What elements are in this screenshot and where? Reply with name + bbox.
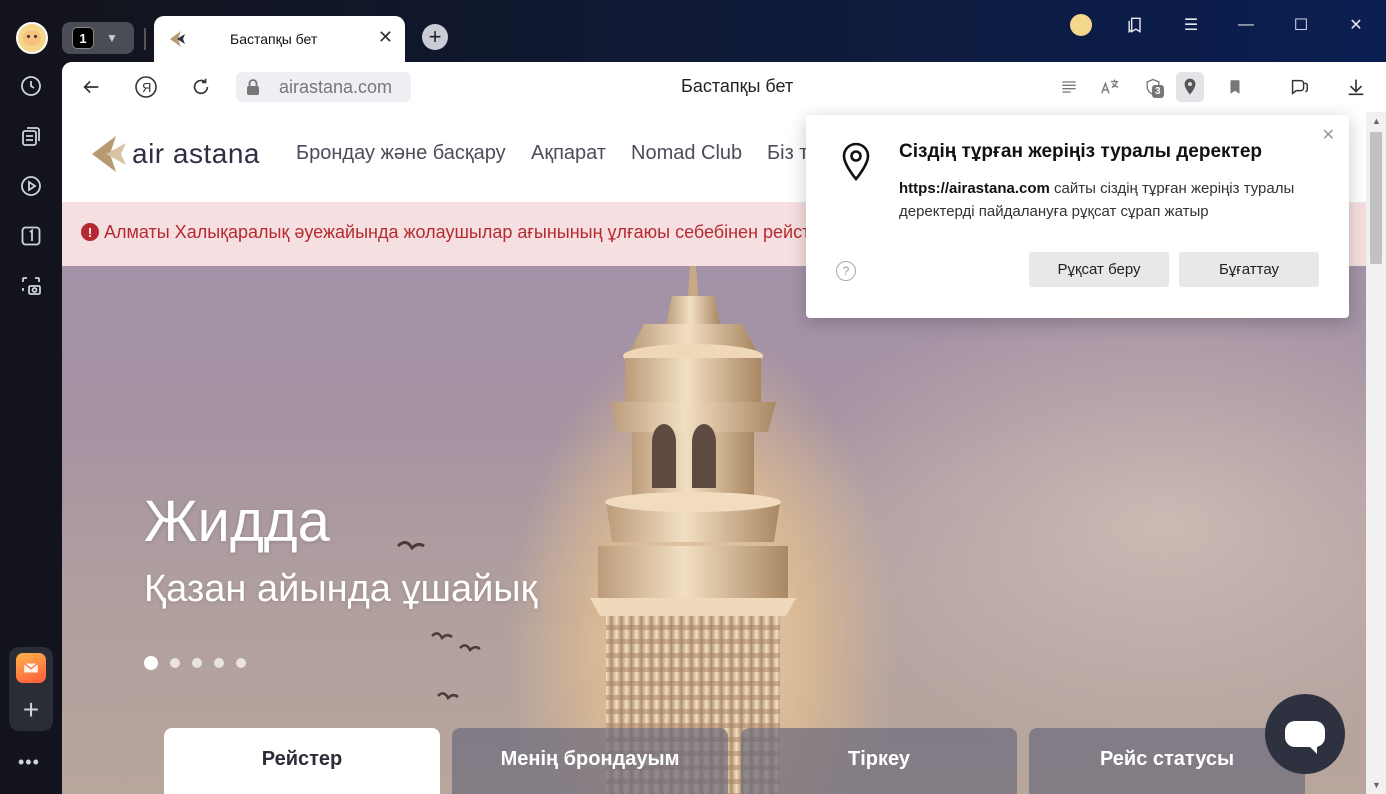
slide-dot[interactable] — [214, 658, 224, 668]
address-bar-row: Я airastana.com Бастапқы бет 3 — [62, 62, 1386, 112]
tab-my-booking[interactable]: Менің брондауым — [452, 728, 728, 794]
chat-support-button[interactable] — [1265, 694, 1345, 774]
tabs-counter-icon[interactable] — [16, 221, 46, 251]
yandex-logo-icon[interactable]: Я — [133, 74, 159, 100]
protect-shield-icon[interactable]: 3 — [1138, 75, 1168, 99]
minaret-image — [590, 266, 796, 794]
geolocation-button[interactable] — [1176, 72, 1204, 102]
slide-dot[interactable] — [192, 658, 202, 668]
geolocation-permission-dialog: ✕ Сіздің тұрған жеріңіз туралы деректер … — [806, 115, 1349, 318]
birds-decoration — [396, 541, 481, 701]
video-play-icon[interactable] — [16, 171, 46, 201]
account-avatar[interactable] — [1070, 14, 1092, 36]
tab-group-button[interactable]: 1 ▼ — [62, 22, 134, 54]
tab-checkin[interactable]: Тіркеу — [741, 728, 1017, 794]
block-button[interactable]: Бұғаттау — [1179, 252, 1319, 287]
slide-indicator — [144, 656, 246, 670]
bookmark-icon[interactable] — [1223, 75, 1247, 99]
menu-icon[interactable]: ☰ — [1178, 12, 1204, 38]
tab-flight-status[interactable]: Рейс статусы — [1029, 728, 1305, 794]
alert-exclamation-icon: ! — [81, 223, 99, 241]
alert-text: Алматы Халықаралық әуежайында жолаушылар… — [104, 222, 831, 242]
mail-app-icon[interactable] — [16, 653, 46, 683]
location-pin-icon — [1184, 78, 1196, 95]
minimize-icon[interactable]: — — [1233, 12, 1259, 38]
dialog-site-url: https://airastana.com — [899, 180, 1050, 197]
screenshot-icon[interactable] — [16, 271, 46, 301]
tab-flights[interactable]: Рейстер — [164, 728, 440, 794]
new-tab-button[interactable]: + — [422, 24, 448, 50]
reader-mode-icon[interactable] — [1057, 75, 1081, 99]
downloads-icon[interactable] — [1344, 75, 1368, 99]
active-tab[interactable]: Бастапқы бет ✕ — [154, 16, 405, 62]
bookmarks-panel-icon[interactable] — [1122, 12, 1148, 38]
airastana-favicon-icon — [170, 31, 185, 47]
browser-sidebar: + ••• — [0, 0, 62, 794]
maximize-icon[interactable]: ☐ — [1288, 12, 1314, 38]
allow-button[interactable]: Рұқсат беру — [1029, 252, 1169, 287]
nav-info-link[interactable]: Ақпарат — [531, 142, 606, 165]
slide-dot[interactable] — [236, 658, 246, 668]
svg-text:Я: Я — [142, 80, 151, 95]
hero-banner[interactable]: Жидда Қазан айында ұшайық Рейстер Менің … — [62, 266, 1366, 794]
page-title: Бастапқы бет — [681, 76, 794, 96]
nav-about-link[interactable]: Біз т — [767, 142, 808, 165]
air-astana-logo[interactable]: air astana — [90, 132, 265, 176]
logo-text: air astana — [132, 138, 260, 169]
protect-count-badge: 3 — [1152, 85, 1164, 98]
dialog-close-icon[interactable]: ✕ — [1322, 125, 1335, 145]
tab-title: Бастапқы бет — [230, 31, 318, 47]
reload-icon[interactable] — [188, 74, 214, 100]
nav-booking-link[interactable]: Брондау және басқару — [296, 142, 506, 165]
slide-dot[interactable] — [170, 658, 180, 668]
slide-dot[interactable] — [144, 656, 158, 670]
tab-count-badge: 1 — [72, 27, 94, 49]
hero-subtitle: Қазан айында ұшайық — [144, 568, 538, 610]
scroll-up-icon[interactable]: ▲ — [1372, 116, 1381, 126]
back-arrow-icon[interactable] — [78, 74, 104, 100]
history-icon[interactable] — [16, 71, 46, 101]
alice-chat-icon[interactable] — [1287, 75, 1311, 99]
translate-icon[interactable] — [1098, 75, 1122, 99]
location-pin-icon — [842, 142, 870, 181]
url-field[interactable]: airastana.com — [236, 72, 411, 102]
more-icon[interactable]: ••• — [18, 752, 40, 773]
dialog-heading: Сіздің тұрған жеріңіз туралы деректер — [899, 141, 1263, 162]
chat-bubble-icon — [1285, 721, 1325, 754]
tab-separator — [144, 28, 146, 50]
lock-icon[interactable] — [243, 77, 263, 97]
page-scrollbar[interactable]: ▲ ▼ — [1366, 112, 1386, 794]
help-icon[interactable]: ? — [836, 261, 856, 281]
chevron-down-icon: ▼ — [106, 31, 118, 45]
close-window-icon[interactable]: ✕ — [1343, 12, 1369, 38]
scroll-down-icon[interactable]: ▼ — [1372, 780, 1381, 790]
collections-icon[interactable] — [16, 122, 46, 152]
hero-title: Жидда — [144, 489, 330, 554]
air-astana-emblem-icon — [92, 136, 126, 172]
url-text: airastana.com — [279, 77, 393, 97]
profile-avatar[interactable] — [16, 22, 48, 54]
nav-nomad-club-link[interactable]: Nomad Club — [631, 142, 742, 165]
add-app-icon[interactable]: + — [16, 695, 46, 725]
close-tab-icon[interactable]: ✕ — [378, 27, 393, 48]
dialog-message: https://airastana.com сайты сіздің тұрға… — [899, 177, 1319, 223]
scrollbar-thumb[interactable] — [1370, 132, 1382, 264]
